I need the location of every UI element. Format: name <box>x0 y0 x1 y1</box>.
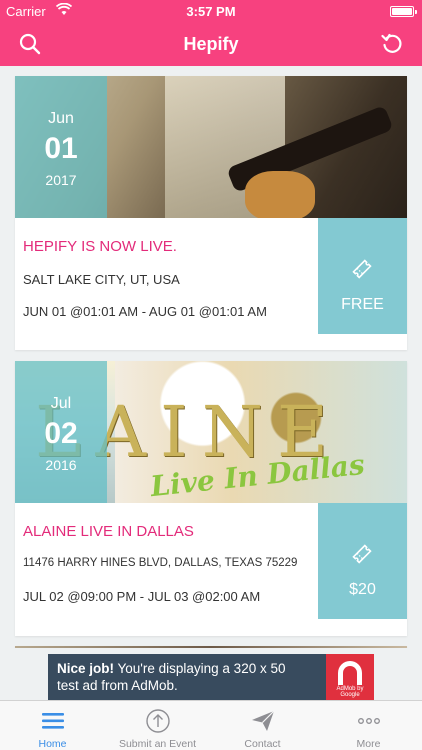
ticket-button[interactable]: FREE <box>318 218 407 334</box>
event-location: SALT LAKE CITY, UT, USA <box>23 272 180 287</box>
upload-icon <box>146 709 170 733</box>
tab-label: More <box>356 738 381 750</box>
paper-plane-icon <box>252 710 275 731</box>
tab-contact[interactable]: Contact <box>210 701 315 750</box>
event-image: LAINE Live In Dallas Jul 02 2016 <box>15 361 407 503</box>
event-price: FREE <box>341 296 384 313</box>
clock: 3:57 PM <box>186 4 236 19</box>
admob-badge: AdMob by Google <box>326 654 374 700</box>
tab-home[interactable]: Home <box>0 701 105 750</box>
event-location: 11476 HARRY HINES BLVD, DALLAS, TEXAS 75… <box>23 557 298 569</box>
event-image: Jun 01 2017 <box>15 76 407 218</box>
event-dates: JUL 02 @09:00 PM - JUL 03 @02:00 AM <box>23 589 261 604</box>
refresh-icon[interactable] <box>380 32 404 56</box>
event-feed[interactable]: Jun 01 2017 HEPIFY IS NOW LIVE. SALT LAK… <box>0 66 422 648</box>
event-year: 2017 <box>45 172 77 188</box>
tab-label: Contact <box>244 738 281 750</box>
admob-badge-label: AdMob by Google <box>336 686 364 698</box>
ad-headline: Nice job! <box>57 661 115 676</box>
status-bar: Carrier 3:57 PM <box>0 0 422 22</box>
date-box: Jun 01 2017 <box>15 76 107 218</box>
tab-label: Submit an Event <box>118 738 197 750</box>
event-title[interactable]: HEPIFY IS NOW LIVE. <box>23 238 177 255</box>
event-dates: JUN 01 @01:01 AM - AUG 01 @01:01 AM <box>23 304 267 319</box>
event-card[interactable]: LAINE Live In Dallas Jul 02 2016 ALAINE … <box>15 361 407 636</box>
more-icon <box>358 718 380 724</box>
event-card-partial[interactable] <box>15 646 407 648</box>
ticket-button[interactable]: $20 <box>318 503 407 619</box>
nav-bar: Hepify <box>0 22 422 66</box>
tab-more[interactable]: More <box>316 701 421 750</box>
tab-bar: Home Submit an Event Contact More <box>0 700 422 750</box>
event-day: 01 <box>44 132 78 165</box>
event-image <box>15 646 407 648</box>
event-title[interactable]: ALAINE LIVE IN DALLAS <box>23 523 194 540</box>
ticket-icon <box>352 259 372 279</box>
ticket-icon <box>352 544 372 564</box>
event-year: 2016 <box>45 457 77 473</box>
event-card[interactable]: Jun 01 2017 HEPIFY IS NOW LIVE. SALT LAK… <box>15 76 407 350</box>
event-month: Jul <box>50 395 72 412</box>
date-box: Jul 02 2016 <box>15 361 107 503</box>
event-price: $20 <box>349 581 376 598</box>
event-day: 02 <box>44 417 78 450</box>
menu-icon <box>42 713 64 729</box>
battery-icon <box>390 6 417 17</box>
tab-label: Home <box>38 738 67 750</box>
tab-submit-event[interactable]: Submit an Event <box>105 701 210 750</box>
ad-banner[interactable]: Nice job! You're displaying a 320 x 50 t… <box>48 654 374 700</box>
page-title: Hepify <box>183 34 239 54</box>
ad-text: Nice job! You're displaying a 320 x 50 t… <box>57 660 307 694</box>
event-month: Jun <box>48 110 74 127</box>
admob-logo-icon <box>338 661 362 685</box>
